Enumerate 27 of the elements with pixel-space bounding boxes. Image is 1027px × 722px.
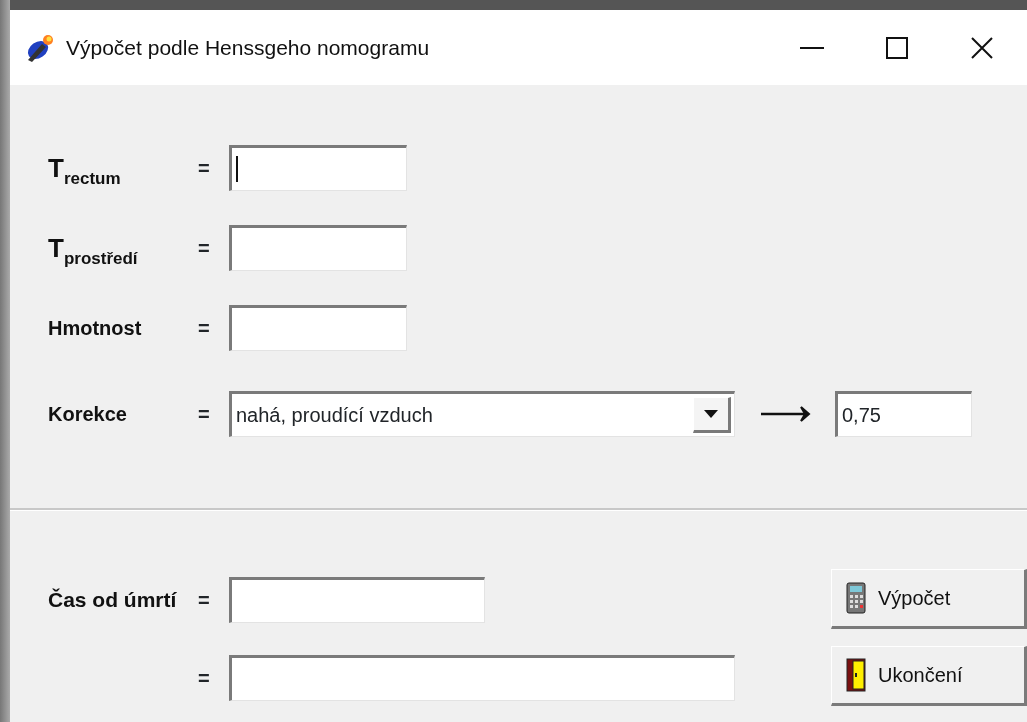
equals-sign: = bbox=[197, 156, 211, 181]
equals-sign: = bbox=[197, 666, 211, 691]
equals-sign: = bbox=[197, 236, 211, 261]
input-field[interactable] bbox=[229, 225, 407, 271]
calculator-icon bbox=[846, 582, 866, 614]
equals-sign: = bbox=[197, 588, 211, 613]
dropdown-value: nahá, proudící vzduch bbox=[236, 403, 433, 428]
dropdown[interactable]: nahá, proudící vzduch bbox=[229, 391, 735, 437]
input-field[interactable] bbox=[229, 145, 407, 191]
field-label: Čas od úmrtí bbox=[47, 587, 178, 614]
field-label: Korekce bbox=[47, 402, 128, 427]
field-label: Hmotnost bbox=[47, 316, 143, 341]
caret-icon bbox=[704, 410, 718, 418]
calculate-button[interactable]: Výpočet bbox=[831, 569, 1027, 629]
dropdown-button[interactable] bbox=[693, 397, 731, 433]
field-label: T$_{prostředí}$ bbox=[47, 231, 139, 268]
equals-sign: = bbox=[197, 316, 211, 341]
close-icon bbox=[971, 36, 993, 59]
equals-sign: = bbox=[197, 402, 211, 427]
exit-button[interactable]: Ukončení bbox=[831, 646, 1027, 706]
minimize-icon bbox=[800, 46, 824, 49]
maximize-icon bbox=[886, 36, 908, 59]
door-icon bbox=[846, 658, 866, 692]
input-field[interactable] bbox=[229, 305, 407, 351]
result-field: 0,75 bbox=[835, 391, 972, 437]
window-title: Výpočet podle Henssgeho nomogramu bbox=[66, 34, 430, 61]
field-label: T$_{rectum}$ bbox=[47, 151, 122, 188]
